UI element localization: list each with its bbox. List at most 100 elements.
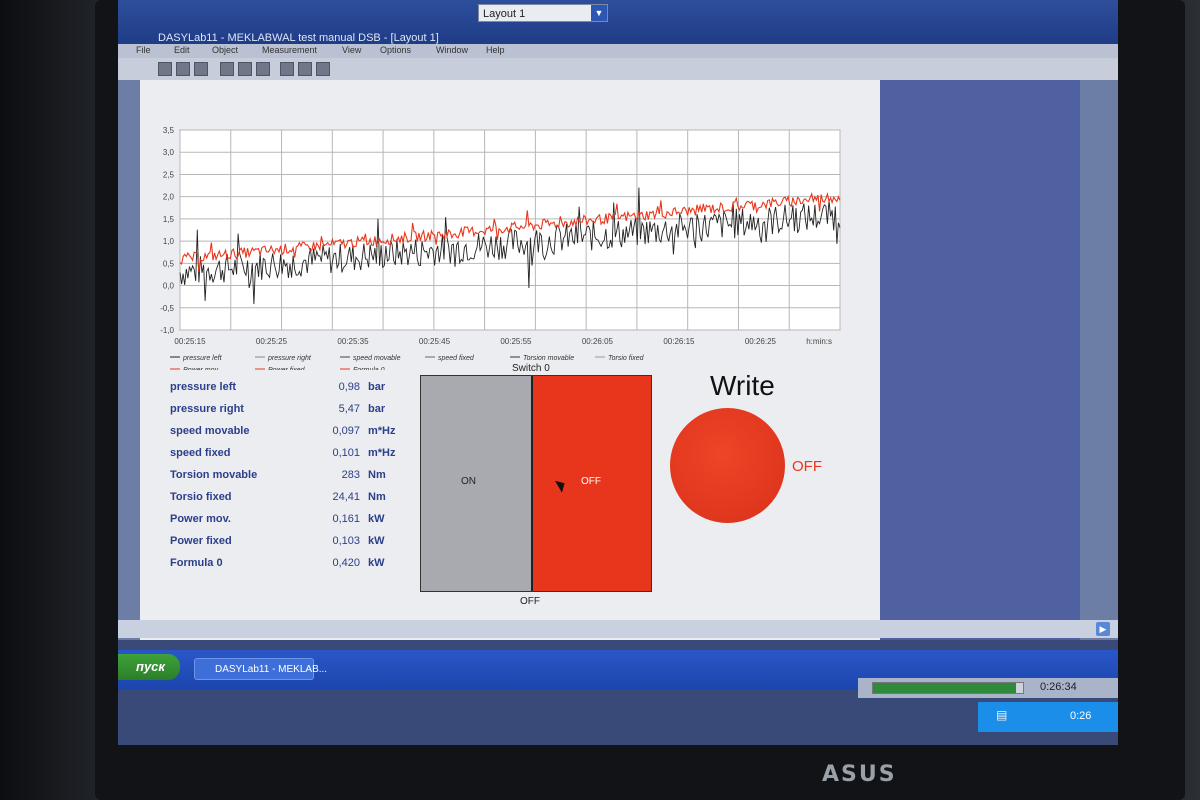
readout-label: pressure left [170, 381, 237, 393]
readout-row: Torsio fixed 24,41 Nm [170, 488, 400, 510]
save-icon[interactable] [256, 62, 270, 76]
readout-value: 0,103 [332, 535, 360, 547]
switch-0[interactable]: ON OFF [420, 375, 652, 592]
readout-unit: m*Hz [368, 447, 396, 459]
y-tick-label: 2,0 [163, 193, 175, 202]
laptop-brand-logo: ASUS [822, 762, 897, 787]
paste-icon[interactable] [316, 62, 330, 76]
cut-icon[interactable] [280, 62, 294, 76]
digital-meter: pressure left 0,98 bar pressure right 5,47 ba… [170, 378, 400, 576]
menu-item-file[interactable]: File [136, 45, 151, 55]
x-tick-label: 00:25:25 [256, 337, 288, 346]
x-tick-label: 00:25:45 [419, 337, 451, 346]
copy-icon[interactable] [298, 62, 312, 76]
switch-title: Switch 0 [512, 363, 550, 374]
layout-dropdown-value: Layout 1 [483, 8, 526, 20]
switch-on-button[interactable]: ON [421, 376, 533, 591]
x-tick-label: 00:25:35 [337, 337, 369, 346]
chevron-down-icon[interactable]: ▼ [591, 5, 607, 21]
legend-label: Power mov. [183, 367, 219, 370]
elapsed-time: 0:26:34 [1040, 681, 1077, 693]
app-window: Layout 1 ▼ DASYLab11 - MEKLABWAL test ma… [118, 0, 1118, 640]
readout-row: speed movable 0,097 m*Hz [170, 422, 400, 444]
readout-label: Torsion movable [170, 469, 258, 481]
y-t-chart: 3,5 3,0 2,5 2,0 1,5 1,0 0,5 0,0 -0,5 -1,000:25:15… [160, 126, 841, 370]
readout-unit: kW [368, 557, 385, 569]
y-tick-label: -0,5 [160, 304, 174, 313]
play-icon[interactable] [158, 62, 172, 76]
legend-label: pressure left [182, 355, 223, 362]
network-icon[interactable]: ▤ [996, 708, 1014, 724]
menu-item-window[interactable]: Window [436, 45, 468, 55]
write-title: Write [710, 370, 775, 401]
readout-row: Formula 0 0,420 kW [170, 554, 400, 576]
y-tick-label: 2,5 [163, 170, 175, 179]
title-bar: Layout 1 ▼ DASYLab11 - MEKLABWAL test ma… [118, 0, 1118, 44]
progress-fill [873, 683, 1016, 693]
workspace-background [880, 80, 1080, 640]
switch-on-label: ON [461, 476, 476, 487]
menu-item-view[interactable]: View [342, 45, 361, 55]
y-tick-label: -1,0 [160, 326, 174, 335]
readout-value: 24,41 [332, 491, 360, 503]
window-title: DASYLab11 - MEKLABWAL test manual DSB - … [158, 32, 439, 44]
new-icon[interactable] [220, 62, 234, 76]
start-button[interactable]: пуск [118, 654, 180, 680]
x-tick-label: 00:26:25 [745, 337, 777, 346]
y-tick-label: 3,0 [163, 148, 175, 157]
readout-row: Power fixed 0,103 kW [170, 532, 400, 554]
readout-label: Power mov. [170, 513, 231, 525]
x-tick-label: 00:25:55 [500, 337, 532, 346]
x-axis-label: h:min:s [806, 337, 832, 346]
y-tick-label: 0,5 [163, 259, 175, 268]
x-tick-label: 00:26:15 [663, 337, 695, 346]
readout-label: Power fixed [170, 535, 232, 547]
scroll-right-icon[interactable]: ▶ [1096, 622, 1110, 636]
readout-label: Torsio fixed [170, 491, 232, 503]
readout-unit: Nm [368, 469, 386, 481]
readout-unit: bar [368, 381, 386, 393]
legend-label: Torsio fixed [608, 355, 645, 362]
readout-row: Torsion movable 283 Nm [170, 466, 400, 488]
readout-value: 0,98 [338, 381, 360, 393]
readout-unit: kW [368, 535, 385, 547]
menu-item-measurement[interactable]: Measurement [262, 45, 317, 55]
readout-row: speed fixed 0,101 m*Hz [170, 444, 400, 466]
x-tick-label: 00:25:15 [174, 337, 206, 346]
open-icon[interactable] [238, 62, 252, 76]
readout-unit: m*Hz [368, 425, 396, 437]
pause-icon[interactable] [176, 62, 190, 76]
horizontal-scrollbar[interactable]: ▶ [118, 620, 1118, 638]
menu-item-help[interactable]: Help [486, 45, 505, 55]
readout-value: 283 [341, 469, 360, 481]
menu-item-edit[interactable]: Edit [174, 45, 190, 55]
legend-label: speed fixed [438, 355, 475, 362]
y-tick-label: 3,5 [163, 126, 175, 135]
layout-dropdown[interactable]: Layout 1 ▼ [478, 4, 608, 22]
screen: Layout 1 ▼ DASYLab11 - MEKLABWAL test ma… [118, 0, 1118, 745]
toolbar [118, 58, 1118, 80]
readout-unit: Nm [368, 491, 386, 503]
legend-label: Torsion movable [523, 355, 574, 362]
menu-item-options[interactable]: Options [380, 45, 411, 55]
y-tick-label: 0,0 [163, 282, 175, 291]
readout-row: pressure right 5,47 bar [170, 400, 400, 422]
switch-off-button[interactable]: OFF [533, 376, 651, 591]
switch-state: OFF [520, 596, 540, 607]
readout-unit: bar [368, 403, 386, 415]
readout-value: 0,101 [332, 447, 360, 459]
taskbar-item-dasylab[interactable]: DASYLab11 - MEKLAB... [194, 658, 327, 680]
readout-row: pressure left 0,98 bar [170, 378, 400, 400]
write-indicator-lamp [670, 408, 785, 523]
y-tick-label: 1,0 [163, 237, 175, 246]
readout-value: 0,097 [332, 425, 360, 437]
layout-canvas: 3,5 3,0 2,5 2,0 1,5 1,0 0,5 0,0 -0,5 -1,0 00:25:15… [140, 80, 880, 640]
stop-icon[interactable] [194, 62, 208, 76]
readout-label: Formula 0 [170, 557, 223, 569]
write-state: OFF [792, 458, 822, 475]
readout-unit: kW [368, 513, 385, 525]
readout-label: pressure right [170, 403, 244, 415]
readout-value: 5,47 [338, 403, 360, 415]
menu-item-object[interactable]: Object [212, 45, 238, 55]
readout-value: 0,420 [332, 557, 360, 569]
